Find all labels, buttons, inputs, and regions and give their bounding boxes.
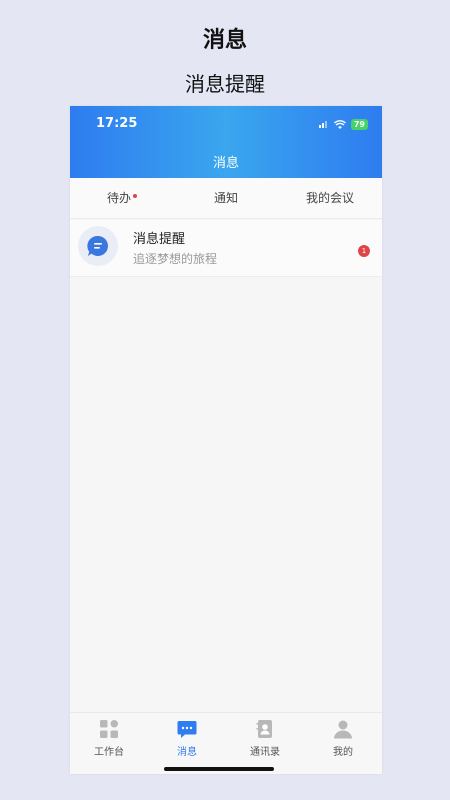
message-title: 消息提醒 xyxy=(133,232,186,247)
message-icon xyxy=(177,721,197,738)
tab-label: 通知 xyxy=(213,191,238,205)
tab-my-meetings[interactable]: 我的会议 xyxy=(278,178,382,218)
tab-bar: 待办 通知 我的会议 xyxy=(70,178,382,219)
chat-bubble-icon xyxy=(78,226,118,266)
bottom-nav: 工作台 消息 通讯录 我的 xyxy=(70,712,382,774)
tab-label: 待办 xyxy=(106,191,131,205)
contacts-icon xyxy=(256,720,272,738)
grid-icon xyxy=(100,720,118,738)
wifi-icon xyxy=(333,119,346,129)
nav-label: 消息 xyxy=(177,747,197,758)
tab-unread-dot xyxy=(133,194,137,198)
status-time: 17:25 xyxy=(96,116,138,131)
app-header: 17:25 79 消息 xyxy=(70,106,382,178)
nav-label: 我的 xyxy=(333,747,353,758)
nav-item-contacts[interactable]: 通讯录 xyxy=(226,713,304,774)
phone-screen: 17:25 79 消息 待办 通知 我的会议 消息提醒 追逐梦想的旅程 1 工作… xyxy=(70,106,382,774)
nav-label: 通讯录 xyxy=(250,747,280,758)
nav-item-messages[interactable]: 消息 xyxy=(148,713,226,774)
tab-notifications[interactable]: 通知 xyxy=(174,178,278,218)
tab-todo[interactable]: 待办 xyxy=(70,178,174,218)
message-subtitle: 追逐梦想的旅程 xyxy=(133,252,218,266)
battery-indicator: 79 xyxy=(350,118,368,130)
profile-icon xyxy=(334,720,352,739)
home-indicator xyxy=(164,767,274,771)
nav-item-profile[interactable]: 我的 xyxy=(304,713,382,774)
list-item[interactable]: 消息提醒 追逐梦想的旅程 1 xyxy=(70,220,382,277)
tab-label: 我的会议 xyxy=(305,191,354,205)
header-title: 消息 xyxy=(212,156,239,171)
page-subheading: 消息提醒 xyxy=(185,72,265,96)
status-icons: 79 xyxy=(318,118,368,130)
signal-icon xyxy=(318,121,327,128)
unread-badge: 1 xyxy=(358,245,370,257)
nav-label: 工作台 xyxy=(94,747,124,758)
page-heading: 消息 xyxy=(202,28,247,53)
nav-item-workbench[interactable]: 工作台 xyxy=(70,713,148,774)
